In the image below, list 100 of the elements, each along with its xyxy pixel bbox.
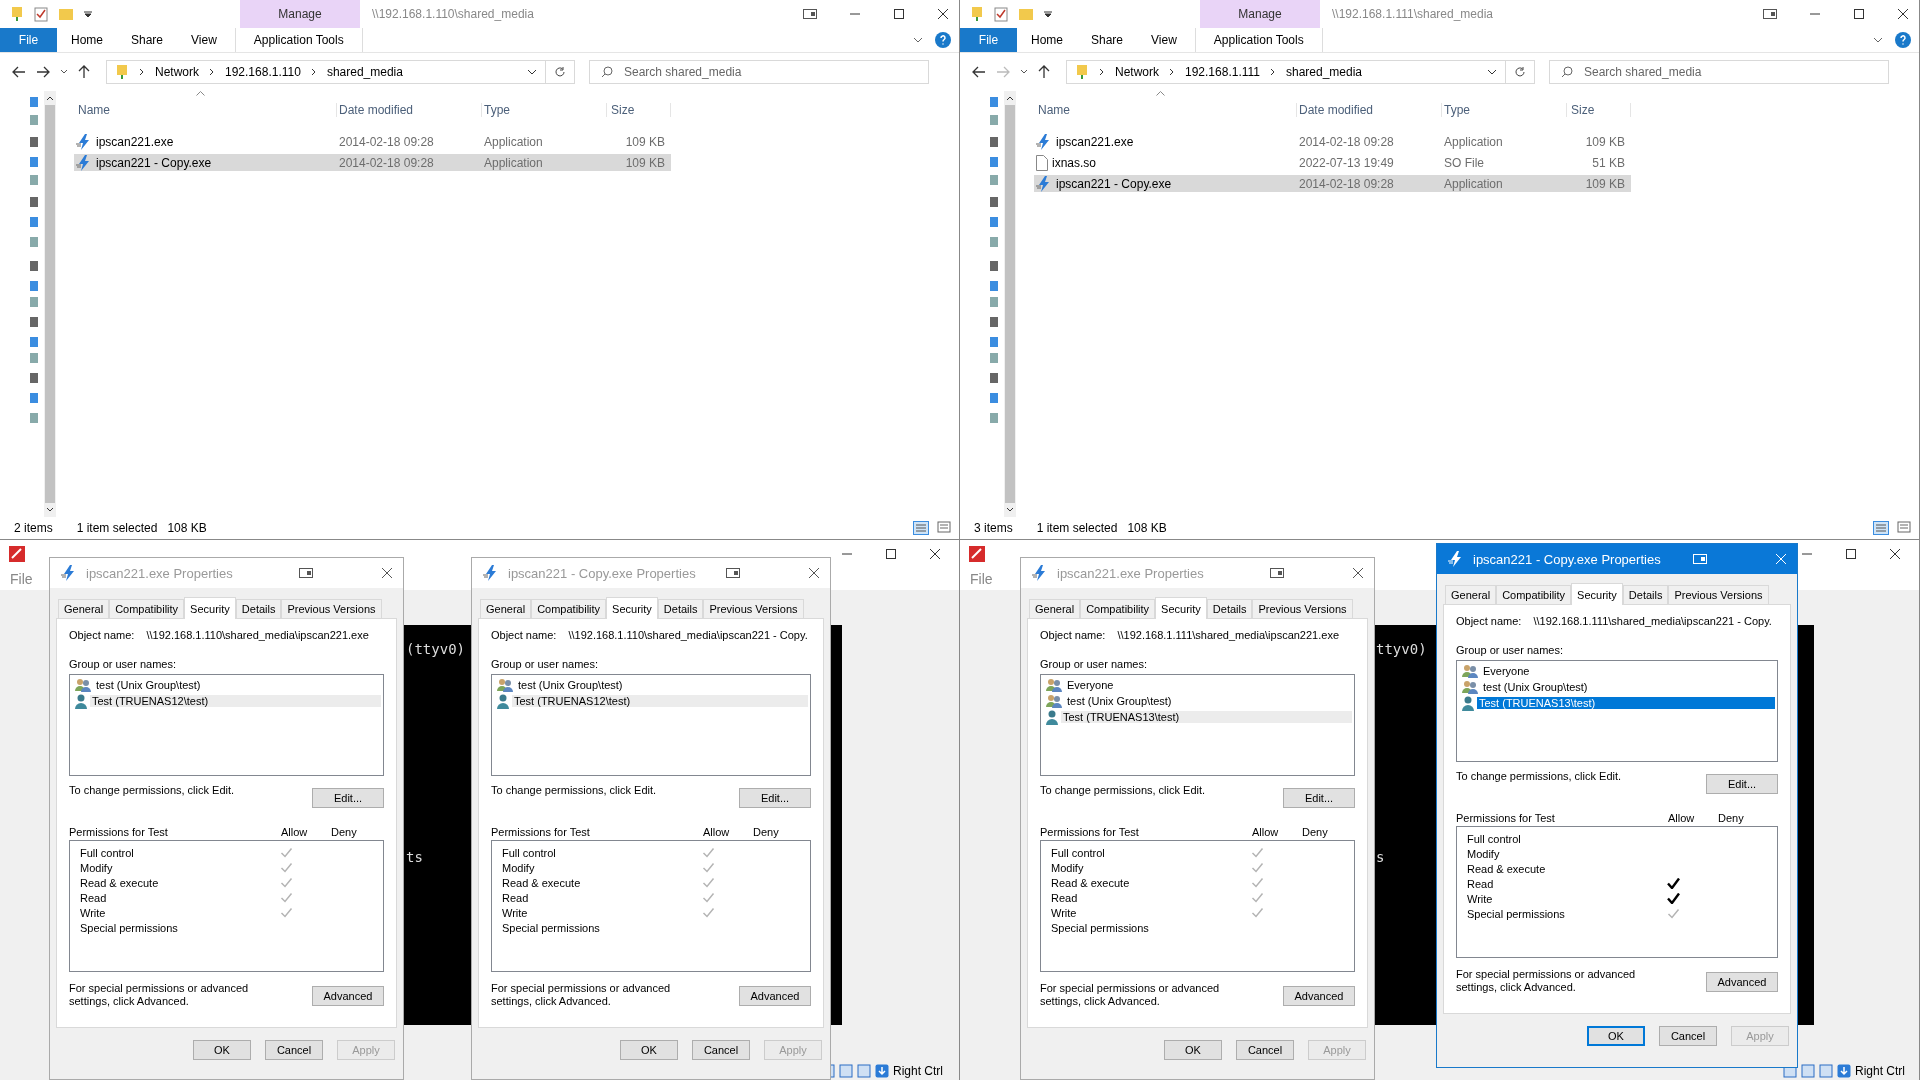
close-icon[interactable] xyxy=(1352,567,1364,579)
breadcrumb-separator-icon[interactable] xyxy=(1099,68,1105,76)
scroll-up-icon[interactable] xyxy=(1006,95,1014,101)
refresh-button[interactable] xyxy=(1505,60,1535,84)
ribbon-tab[interactable]: Application Tools xyxy=(1194,28,1323,52)
details-view-icon[interactable] xyxy=(1873,521,1889,535)
advanced-button[interactable]: Advanced xyxy=(1706,972,1778,992)
edit-button[interactable]: Edit... xyxy=(1706,774,1778,794)
snip-icon[interactable] xyxy=(726,568,740,578)
snip-icon[interactable] xyxy=(299,568,313,578)
device-status-icon[interactable] xyxy=(857,1064,871,1078)
dialog-tab[interactable]: Previous Versions xyxy=(1252,599,1353,618)
dialog-tab[interactable]: Security xyxy=(606,597,658,619)
dialog-tab[interactable]: Previous Versions xyxy=(1668,585,1769,604)
refresh-button[interactable] xyxy=(545,60,575,84)
device-status-icon[interactable] xyxy=(1801,1064,1815,1078)
dialog-tab[interactable]: Security xyxy=(1155,597,1207,619)
dialog-tab[interactable]: Details xyxy=(1206,599,1253,618)
user-list-item[interactable]: Test (TRUENAS13\test) xyxy=(1459,695,1775,711)
breadcrumb-item[interactable]: shared_media xyxy=(326,65,403,79)
file-row[interactable]: ipscan221 - Copy.exe 2014-02-18 09:28 Application 109 KB xyxy=(1034,175,1631,192)
ribbon-tab[interactable]: View xyxy=(177,28,231,52)
user-list[interactable]: Everyone test (Unix Group\test) Test (TRUENAS13\test) xyxy=(1456,660,1778,762)
dialog-tab[interactable]: General xyxy=(1029,599,1081,618)
forward-arrow-icon[interactable] xyxy=(36,66,50,78)
breadcrumb-item[interactable]: 192.168.1.111 xyxy=(1185,65,1260,79)
column-header[interactable]: Date modified xyxy=(1297,103,1442,117)
file-row[interactable]: ipscan221.exe 2014-02-18 09:28 Application 109 KB xyxy=(74,133,671,150)
folder-pin-icon[interactable] xyxy=(970,6,984,22)
ribbon-tab[interactable]: Home xyxy=(57,28,117,52)
scrollbar[interactable] xyxy=(1004,91,1016,517)
snip-icon[interactable] xyxy=(1763,9,1777,19)
column-header[interactable]: Name xyxy=(74,103,337,117)
ribbon-tab[interactable]: Share xyxy=(1077,28,1138,52)
breadcrumb-separator-icon[interactable] xyxy=(1169,68,1175,76)
close-icon[interactable] xyxy=(1897,8,1909,20)
file-row[interactable]: ixnas.so 2022-07-13 19:49 SO File 51 KB xyxy=(1034,154,1631,171)
user-list[interactable]: test (Unix Group\test) Test (TRUENAS12\test) xyxy=(491,674,811,776)
user-list-item[interactable]: test (Unix Group\test) xyxy=(1043,693,1352,709)
scroll-down-icon[interactable] xyxy=(46,507,54,513)
device-status-icon[interactable] xyxy=(1819,1064,1833,1078)
dialog-tab[interactable]: Security xyxy=(184,597,236,619)
dropdown-icon[interactable] xyxy=(84,10,92,18)
large-icons-view-icon[interactable] xyxy=(1897,521,1911,533)
edit-button[interactable]: Edit... xyxy=(739,788,811,808)
close-icon[interactable] xyxy=(381,567,393,579)
dialog-tab[interactable]: General xyxy=(1445,585,1497,604)
dropdown-icon[interactable] xyxy=(527,69,537,75)
large-icons-view-icon[interactable] xyxy=(937,521,951,533)
dialog-button[interactable]: OK xyxy=(1164,1040,1222,1060)
scroll-thumb[interactable] xyxy=(1005,105,1015,503)
address-bar[interactable]: Network 192.168.1.111 shared_media xyxy=(1066,60,1506,84)
dialog-tab[interactable]: Compatibility xyxy=(109,599,185,618)
user-list[interactable]: Everyone test (Unix Group\test) Test (TRUENAS13\test) xyxy=(1040,674,1355,776)
address-bar[interactable]: Network 192.168.1.110 shared_media xyxy=(106,60,546,84)
folder-pin-icon[interactable] xyxy=(10,6,24,22)
user-list-item[interactable]: test (Unix Group\test) xyxy=(494,677,808,693)
breadcrumb-separator-icon[interactable] xyxy=(1270,68,1276,76)
column-header[interactable]: Name xyxy=(1034,103,1297,117)
dialog-button[interactable]: Cancel xyxy=(1659,1026,1717,1046)
properties-icon[interactable] xyxy=(994,6,1008,22)
user-list-item[interactable]: Test (TRUENAS12\test) xyxy=(494,693,808,709)
dropdown-icon[interactable] xyxy=(1487,69,1497,75)
close-icon[interactable] xyxy=(808,567,820,579)
maximize-icon[interactable] xyxy=(885,548,897,560)
dialog-button[interactable]: OK xyxy=(1587,1026,1645,1046)
file-row[interactable]: ipscan221.exe 2014-02-18 09:28 Application 109 KB xyxy=(1034,133,1631,150)
close-icon[interactable] xyxy=(937,8,949,20)
advanced-button[interactable]: Advanced xyxy=(1283,986,1355,1006)
breadcrumb-separator-icon[interactable] xyxy=(310,68,317,76)
scroll-down-icon[interactable] xyxy=(1006,507,1014,513)
user-list-item[interactable]: test (Unix Group\test) xyxy=(72,677,381,693)
advanced-button[interactable]: Advanced xyxy=(312,986,384,1006)
dialog-tab[interactable]: Details xyxy=(1622,585,1669,604)
user-list-item[interactable]: Everyone xyxy=(1043,677,1352,693)
scroll-thumb[interactable] xyxy=(45,105,55,503)
maximize-icon[interactable] xyxy=(1845,548,1857,560)
user-list-item[interactable]: Test (TRUENAS13\test) xyxy=(1043,709,1352,725)
dialog-button[interactable]: Cancel xyxy=(692,1040,750,1060)
dialog-tab[interactable]: Security xyxy=(1571,583,1623,605)
breadcrumb-separator-icon[interactable] xyxy=(209,68,215,76)
dialog-tab[interactable]: Details xyxy=(235,599,282,618)
up-arrow-icon[interactable] xyxy=(1038,65,1050,79)
edit-button[interactable]: Edit... xyxy=(1283,788,1355,808)
dialog-tab[interactable]: Compatibility xyxy=(1080,599,1156,618)
scrollbar[interactable] xyxy=(44,91,56,517)
details-view-icon[interactable] xyxy=(913,521,929,535)
dialog-button[interactable]: Cancel xyxy=(265,1040,323,1060)
back-arrow-icon[interactable] xyxy=(972,66,986,78)
close-icon[interactable] xyxy=(1889,548,1901,560)
dropdown-icon[interactable] xyxy=(1044,10,1052,18)
scroll-up-icon[interactable] xyxy=(46,95,54,101)
column-header[interactable]: Date modified xyxy=(337,103,482,117)
user-list-item[interactable]: Everyone xyxy=(1459,663,1775,679)
help-icon[interactable] xyxy=(1895,32,1911,48)
ribbon-tab[interactable]: View xyxy=(1137,28,1191,52)
ribbon-tab[interactable]: Share xyxy=(117,28,178,52)
ribbon-tab[interactable]: Home xyxy=(1017,28,1077,52)
breadcrumb-item[interactable]: Network xyxy=(155,65,199,79)
menu-item[interactable]: File xyxy=(970,571,993,587)
